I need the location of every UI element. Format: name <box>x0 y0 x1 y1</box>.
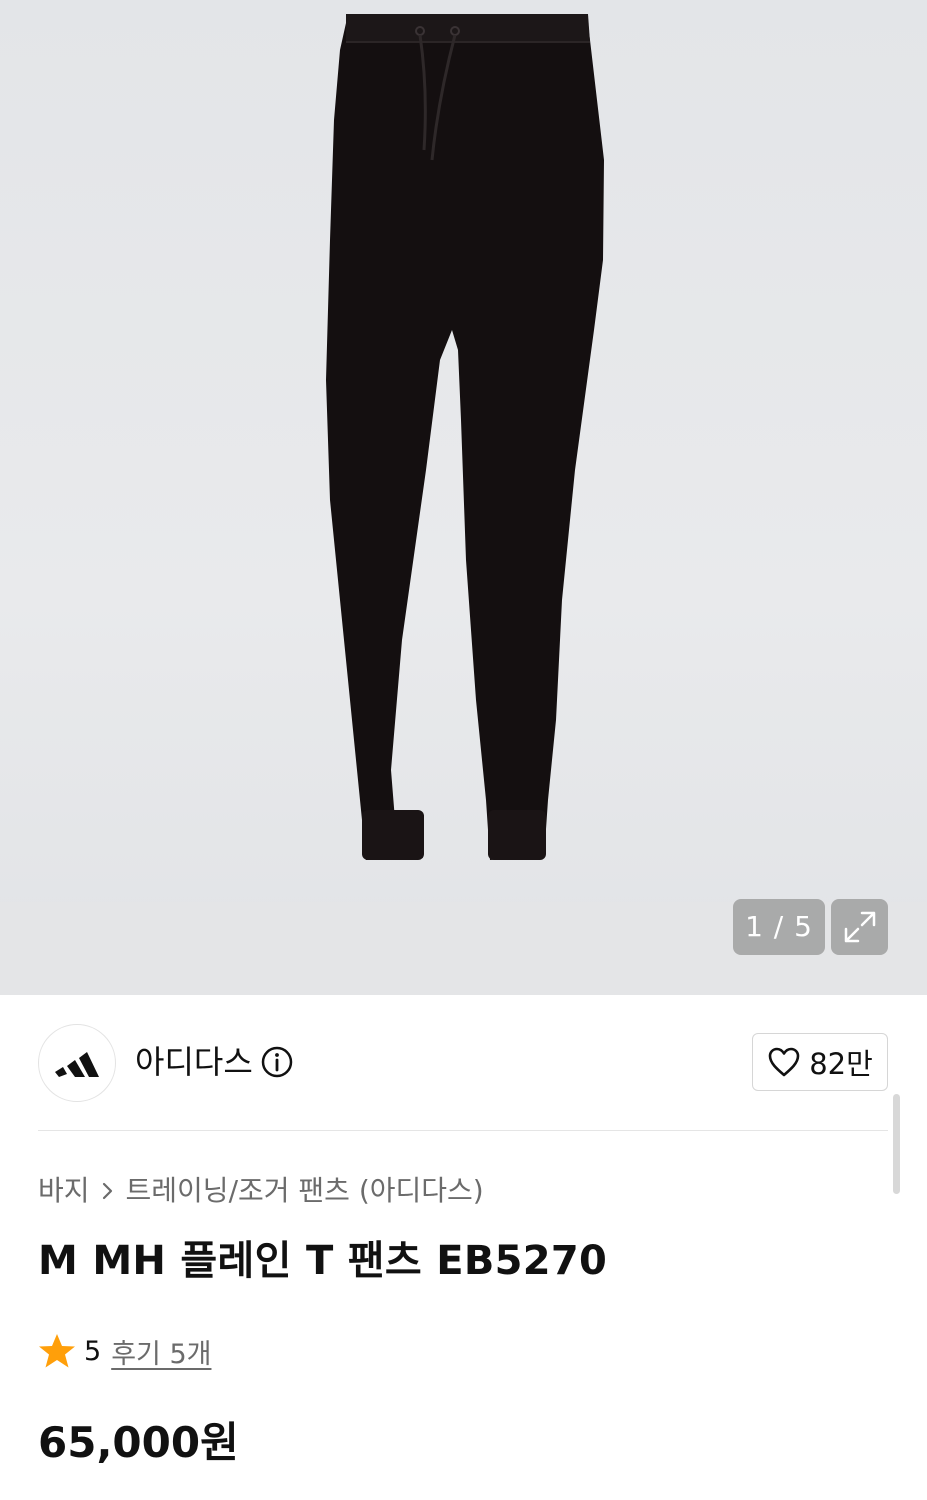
product-title: M MH 플레인 T 팬츠 EB5270 <box>38 1238 608 1284</box>
star-icon <box>39 1334 75 1368</box>
like-button[interactable]: 82만 <box>752 1033 888 1091</box>
section-divider <box>38 1130 888 1131</box>
rating-row: 5 후기 5개 <box>38 1331 211 1371</box>
like-count: 82만 <box>809 1047 873 1081</box>
breadcrumb-category[interactable]: 바지 <box>38 1171 90 1211</box>
brand-row: 아디다스 82만 <box>38 1024 888 1102</box>
product-price: 65,000원 <box>38 1418 239 1467</box>
brand-name[interactable]: 아디다스 <box>135 1042 253 1082</box>
breadcrumb-subcategory[interactable]: 트레이닝/조거 팬츠 (아디다스) <box>126 1171 484 1211</box>
review-count-link[interactable]: 후기 5개 <box>111 1332 211 1371</box>
image-counter: 1 / 5 <box>733 899 825 955</box>
product-image <box>326 14 604 860</box>
expand-arrows-icon <box>844 911 875 943</box>
scrollbar[interactable] <box>893 1094 900 1194</box>
rating-value: 5 <box>84 1335 102 1367</box>
adidas-logo <box>55 1052 99 1077</box>
breadcrumb: 바지 트레이닝/조거 팬츠 (아디다스) <box>38 1171 484 1211</box>
info-circle-icon[interactable] <box>260 1045 294 1079</box>
heart-outline-icon <box>768 1047 800 1077</box>
expand-image-button[interactable] <box>831 899 888 955</box>
product-image-gallery[interactable]: 1 / 5 <box>0 0 927 995</box>
brand-logo[interactable] <box>38 1024 116 1102</box>
chevron-right-icon <box>102 1182 112 1200</box>
